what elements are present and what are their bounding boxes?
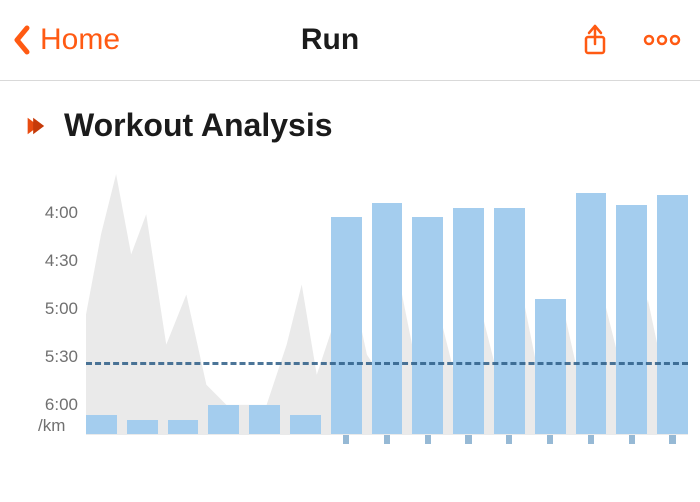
y-tick-label: 5:30 <box>45 347 78 367</box>
workout-analysis-section: Workout Analysis 4:00 4:30 5:00 5:30 6:00 /k… <box>0 81 700 464</box>
bar <box>208 405 239 434</box>
x-tick <box>494 434 525 444</box>
bar <box>535 299 566 434</box>
y-tick-label: 4:00 <box>45 203 78 223</box>
share-icon <box>580 22 610 58</box>
page-title: Run <box>88 23 572 57</box>
bar <box>453 208 484 434</box>
x-tick <box>331 434 362 444</box>
bar <box>127 420 158 434</box>
x-tick <box>412 434 443 444</box>
x-tick <box>372 434 403 444</box>
more-button[interactable] <box>642 30 682 50</box>
bar <box>86 415 117 434</box>
header-actions <box>580 22 682 58</box>
bar <box>576 193 607 434</box>
bars-container <box>86 174 688 434</box>
bar <box>249 405 280 434</box>
bar <box>372 203 403 434</box>
x-tick <box>576 434 607 444</box>
y-tick-label: 6:00 <box>45 395 78 415</box>
section-title: Workout Analysis <box>64 107 333 144</box>
x-tick <box>616 434 647 444</box>
bar <box>616 205 647 434</box>
more-horizontal-icon <box>642 30 682 50</box>
x-ticks <box>86 434 688 444</box>
threshold-line <box>86 362 688 365</box>
y-tick-label: 4:30 <box>45 251 78 271</box>
y-axis-labels: 4:00 4:30 5:00 5:30 6:00 <box>28 174 82 434</box>
chevron-right-solid-icon <box>24 115 46 137</box>
bar <box>168 420 199 434</box>
bar <box>331 217 362 434</box>
chevron-left-icon <box>8 23 36 57</box>
section-heading: Workout Analysis <box>24 107 676 144</box>
pace-chart: 4:00 4:30 5:00 5:30 6:00 /km <box>28 174 688 464</box>
y-tick-label: 5:00 <box>45 299 78 319</box>
x-tick <box>535 434 566 444</box>
share-button[interactable] <box>580 22 610 58</box>
bar <box>412 217 443 434</box>
bar <box>657 195 688 434</box>
x-tick <box>453 434 484 444</box>
bar <box>290 415 321 434</box>
y-axis-unit: /km <box>38 416 65 436</box>
bar <box>494 208 525 434</box>
app-header: Home Run <box>0 0 700 81</box>
x-tick <box>657 434 688 444</box>
plot-area <box>86 174 688 434</box>
